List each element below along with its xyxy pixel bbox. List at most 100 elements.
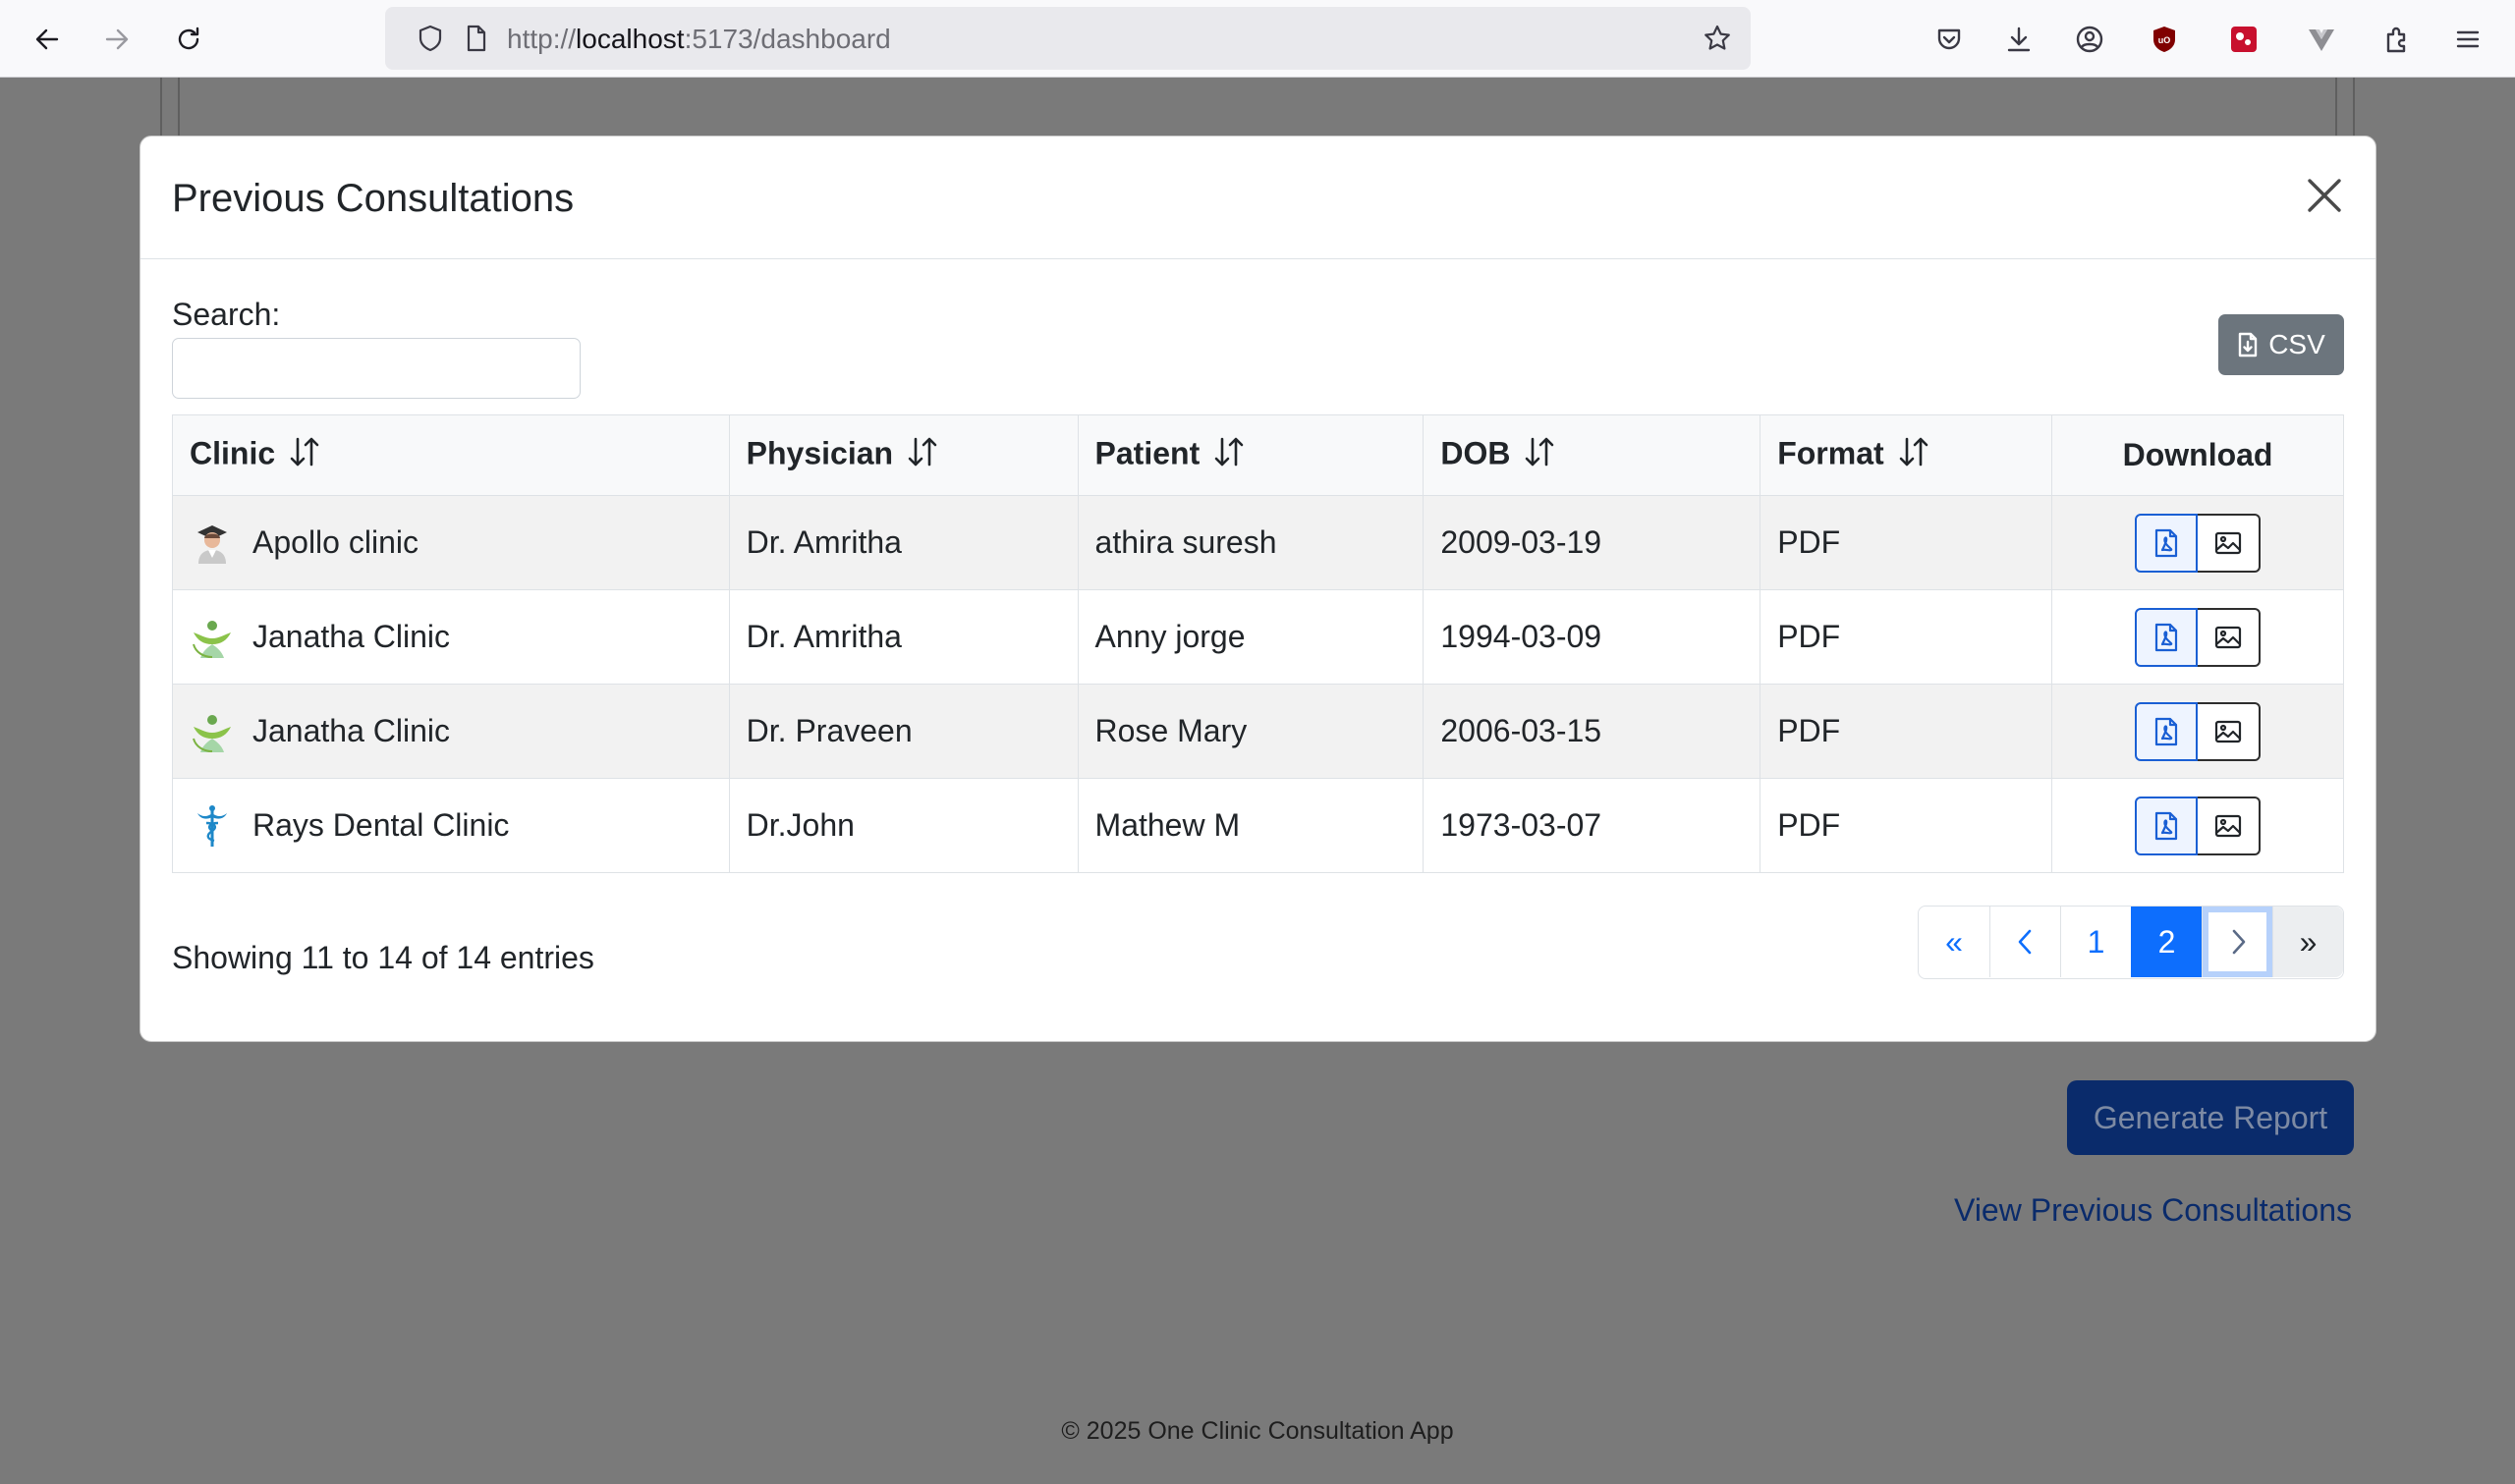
image-icon — [2214, 814, 2242, 837]
page-icon — [460, 23, 491, 54]
column-label: Clinic — [190, 434, 276, 470]
search-input[interactable] — [172, 338, 581, 399]
pagination: « 1 2 » — [1918, 906, 2344, 979]
patient-cell: Rose Mary — [1077, 684, 1425, 779]
vue-devtools-icon[interactable] — [2302, 20, 2341, 59]
reload-button[interactable] — [167, 18, 210, 61]
column-label: Patient — [1094, 434, 1201, 470]
table-row: Rays Dental Clinic Dr.John Mathew M 1973… — [172, 778, 2344, 873]
chevron-right-icon — [2232, 929, 2245, 955]
dob-cell: 1994-03-09 — [1423, 589, 1761, 685]
file-pdf-icon — [2154, 623, 2178, 651]
next-page-button[interactable] — [2202, 907, 2272, 977]
column-header-clinic[interactable]: Clinic — [172, 414, 730, 496]
clinic-cell: Janatha Clinic — [172, 684, 730, 779]
back-button[interactable] — [26, 18, 69, 61]
sort-icon[interactable] — [1522, 435, 1557, 476]
file-pdf-icon — [2154, 811, 2178, 840]
page-2-button[interactable]: 2 — [2131, 907, 2202, 977]
caduceus-icon — [190, 803, 235, 849]
column-header-format[interactable]: Format — [1760, 414, 2053, 496]
doctor-avatar-icon — [190, 521, 235, 566]
sort-icon[interactable] — [1211, 435, 1247, 476]
file-pdf-icon — [2154, 528, 2178, 557]
physician-cell: Dr. Amritha — [728, 589, 1079, 685]
url-prefix: http:// — [507, 24, 577, 54]
format-cell: PDF — [1760, 684, 2053, 779]
clinic-cell: Rays Dental Clinic — [172, 778, 730, 873]
bookmark-star-icon[interactable] — [1702, 23, 1733, 54]
generate-report-button[interactable]: Generate Report — [2067, 1080, 2354, 1155]
clinic-name: Janatha Clinic — [252, 619, 450, 654]
table-row: Apollo clinic Dr. Amritha athira suresh … — [172, 495, 2344, 590]
footer-text: © 2025 One Clinic Consultation App — [1061, 1417, 1454, 1445]
column-label: Format — [1777, 434, 1884, 470]
format-cell: PDF — [1760, 778, 2053, 873]
pocket-icon[interactable] — [1929, 20, 1969, 59]
column-header-download: Download — [2051, 414, 2344, 496]
patient-cell: Mathew M — [1077, 778, 1425, 873]
download-image-button[interactable] — [2198, 607, 2262, 667]
janatha-leaf-icon — [190, 615, 235, 660]
csv-label: CSV — [2268, 329, 2325, 359]
column-label: DOB — [1440, 434, 1511, 470]
forward-button[interactable] — [95, 18, 139, 61]
extension-red-icon[interactable] — [2224, 20, 2264, 59]
file-download-icon — [2239, 332, 2258, 357]
page-1-button[interactable]: 1 — [2060, 907, 2131, 977]
search-label: Search: — [172, 297, 281, 332]
csv-export-button[interactable]: CSV — [2218, 314, 2344, 375]
file-pdf-icon — [2154, 717, 2178, 745]
patient-cell: Anny jorge — [1077, 589, 1425, 685]
reload-icon — [178, 27, 199, 50]
column-header-patient[interactable]: Patient — [1077, 414, 1425, 496]
clinic-cell: Janatha Clinic — [172, 589, 730, 685]
column-label: Physician — [746, 434, 894, 470]
download-icon[interactable] — [1999, 20, 2039, 59]
last-page-button[interactable]: » — [2272, 907, 2343, 977]
clinic-cell: Apollo clinic — [172, 495, 730, 590]
account-icon[interactable] — [2070, 20, 2109, 59]
sort-icon[interactable] — [287, 435, 322, 476]
sort-icon[interactable] — [905, 435, 940, 476]
download-pdf-button[interactable] — [2135, 513, 2199, 573]
url-bar[interactable]: http://localhost:5173/dashboard — [385, 7, 1751, 70]
column-header-dob[interactable]: DOB — [1423, 414, 1761, 496]
download-pdf-button[interactable] — [2135, 796, 2199, 855]
clinic-name: Apollo clinic — [252, 524, 419, 560]
format-cell: PDF — [1760, 495, 2053, 590]
url-text[interactable]: http://localhost:5173/dashboard — [507, 24, 891, 55]
download-image-button[interactable] — [2198, 796, 2262, 855]
download-cell — [2051, 495, 2344, 590]
svg-text:uO: uO — [2158, 35, 2171, 45]
dob-cell: 2006-03-15 — [1423, 684, 1761, 779]
page-card-inner-frame — [178, 78, 2337, 137]
extensions-puzzle-icon[interactable] — [2377, 20, 2417, 59]
close-button[interactable] — [2303, 174, 2346, 217]
download-image-button[interactable] — [2198, 513, 2262, 573]
arrow-right-icon — [105, 28, 129, 50]
table-row: Janatha Clinic Dr. Praveen Rose Mary 200… — [172, 684, 2344, 779]
patient-cell: athira suresh — [1077, 495, 1425, 590]
view-previous-consultations-link[interactable]: View Previous Consultations — [1954, 1192, 2352, 1229]
download-cell — [2051, 684, 2344, 779]
previous-consultations-modal: Previous Consultations Search: CSV Clini… — [140, 136, 2376, 1042]
physician-cell: Dr. Praveen — [728, 684, 1079, 779]
hamburger-menu-icon[interactable] — [2448, 20, 2487, 59]
table-header-row: Clinic Physician Patient DOB Format Down… — [172, 414, 2344, 496]
clinic-name: Janatha Clinic — [252, 713, 450, 748]
first-page-button[interactable]: « — [1919, 907, 1989, 977]
download-pdf-button[interactable] — [2135, 701, 2199, 761]
previous-page-button[interactable] — [1989, 907, 2060, 977]
download-image-button[interactable] — [2198, 701, 2262, 761]
image-icon — [2214, 531, 2242, 554]
shield-icon[interactable] — [415, 23, 446, 54]
url-path: :5173/dashboard — [684, 24, 891, 54]
column-header-physician[interactable]: Physician — [728, 414, 1079, 496]
download-pdf-button[interactable] — [2135, 607, 2199, 667]
sort-icon[interactable] — [1896, 435, 1931, 476]
entries-info: Showing 11 to 14 of 14 entries — [172, 940, 594, 975]
dob-cell: 1973-03-07 — [1423, 778, 1761, 873]
ublock-shield-icon[interactable]: uO — [2145, 20, 2184, 59]
table-row: Janatha Clinic Dr. Amritha Anny jorge 19… — [172, 589, 2344, 685]
